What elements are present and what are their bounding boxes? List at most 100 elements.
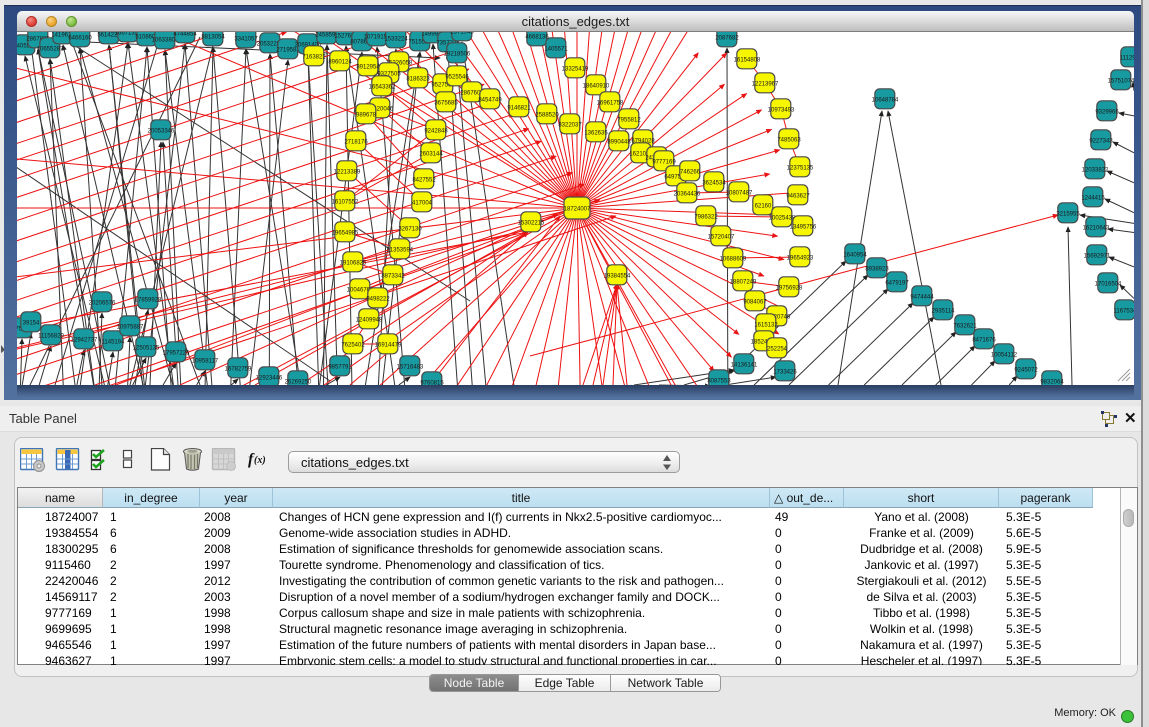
svg-text:1405571: 1405571 <box>544 46 568 52</box>
svg-text:12409948: 12409948 <box>356 317 383 323</box>
svg-text:6466160: 6466160 <box>68 35 92 41</box>
svg-text:20206576: 20206576 <box>89 300 116 306</box>
svg-text:19218506: 19218506 <box>444 51 471 57</box>
svg-text:7163822: 7163822 <box>302 54 326 60</box>
svg-text:10648784: 10648784 <box>872 97 899 103</box>
svg-text:1167534: 1167534 <box>1114 308 1134 314</box>
svg-text:9463627: 9463627 <box>786 193 810 199</box>
svg-text:14136141: 14136141 <box>731 362 758 368</box>
svg-text:10688609: 10688609 <box>720 256 747 262</box>
svg-text:19654923: 19654923 <box>787 255 814 261</box>
svg-text:9242848: 9242848 <box>424 128 448 134</box>
svg-text:9777169: 9777169 <box>652 159 676 165</box>
svg-text:2571945: 2571945 <box>450 32 474 35</box>
svg-text:7955812: 7955812 <box>617 117 641 123</box>
svg-text:16543362: 16543362 <box>369 84 396 90</box>
svg-text:9146821: 9146821 <box>507 105 531 111</box>
svg-text:8938923: 8938923 <box>865 266 889 272</box>
svg-text:16914479: 16914479 <box>375 342 402 348</box>
svg-text:8471676: 8471676 <box>972 337 996 343</box>
svg-text:417004: 417004 <box>412 200 433 206</box>
svg-text:16961758: 16961758 <box>597 100 624 106</box>
svg-text:15751074: 15751074 <box>1108 78 1134 84</box>
svg-text:8960124: 8960124 <box>328 59 352 65</box>
svg-text:4744854: 4744854 <box>173 32 197 37</box>
svg-text:9329966: 9329966 <box>1095 109 1119 115</box>
svg-text:15720407: 15720407 <box>708 234 735 240</box>
svg-text:16107552: 16107552 <box>332 199 359 205</box>
svg-text:1615132: 1615132 <box>754 322 778 328</box>
svg-text:12213967: 12213967 <box>752 81 779 87</box>
svg-text:16210643: 16210643 <box>1083 225 1110 231</box>
svg-text:15716483: 15716483 <box>397 364 424 370</box>
svg-text:9498222: 9498222 <box>366 296 390 302</box>
svg-text:9474444: 9474444 <box>910 294 934 300</box>
svg-text:9227343: 9227343 <box>1089 138 1113 144</box>
svg-text:8186323: 8186323 <box>406 76 430 82</box>
svg-text:62160: 62160 <box>755 203 772 209</box>
svg-text:17859928: 17859928 <box>135 297 162 303</box>
svg-text:6479197: 6479197 <box>885 280 909 286</box>
svg-text:1145194: 1145194 <box>102 339 126 345</box>
svg-text:15692971: 15692971 <box>1084 253 1111 259</box>
svg-text:10958117: 10958117 <box>192 358 219 364</box>
svg-text:19106825: 19106825 <box>340 260 367 266</box>
svg-text:4668136: 4668136 <box>525 34 549 40</box>
svg-text:20053346: 20053346 <box>148 128 175 134</box>
svg-text:9525546: 9525546 <box>445 74 469 80</box>
svg-text:9245072: 9245072 <box>1014 367 1038 373</box>
svg-text:19384554: 19384554 <box>604 273 631 279</box>
svg-text:3267130: 3267130 <box>398 226 422 232</box>
svg-text:8322037: 8322037 <box>558 122 582 128</box>
svg-text:12375135: 12375135 <box>787 165 814 171</box>
svg-text:12213389: 12213389 <box>334 169 361 175</box>
svg-text:11156829: 11156829 <box>38 333 64 339</box>
svg-text:1733426: 1733426 <box>773 369 797 375</box>
svg-text:10025438: 10025438 <box>769 215 796 221</box>
svg-text:2718176: 2718176 <box>344 139 368 145</box>
svg-text:252254: 252254 <box>767 346 788 352</box>
svg-text:2935114: 2935114 <box>932 308 956 314</box>
svg-text:1640954: 1640954 <box>843 252 867 258</box>
svg-text:2087682: 2087682 <box>715 35 739 41</box>
svg-text:18640910: 18640910 <box>583 83 610 89</box>
svg-text:8990448: 8990448 <box>607 139 631 145</box>
svg-text:12942737: 12942737 <box>71 337 98 343</box>
svg-text:2588520: 2588520 <box>535 112 559 118</box>
svg-text:17957225: 17957225 <box>163 350 190 356</box>
svg-text:39154: 39154 <box>23 320 40 326</box>
svg-text:8427552: 8427552 <box>412 177 436 183</box>
svg-text:19654985: 19654985 <box>332 230 359 236</box>
svg-text:8912954: 8912954 <box>356 64 380 70</box>
svg-text:16154808: 16154808 <box>734 57 761 63</box>
svg-text:10807487: 10807487 <box>726 190 753 196</box>
svg-text:11353594: 11353594 <box>387 247 414 253</box>
svg-text:19756928: 19756928 <box>776 285 803 291</box>
svg-text:18724007: 18724007 <box>564 206 591 212</box>
svg-text:13325419: 13325419 <box>562 66 589 72</box>
svg-text:12923446: 12923446 <box>256 375 283 381</box>
svg-text:7485063: 7485063 <box>777 137 801 143</box>
svg-text:2603144: 2603144 <box>419 151 443 157</box>
svg-text:(x): (x) <box>254 455 266 466</box>
svg-text:10975887: 10975887 <box>117 324 144 330</box>
svg-text:8873342: 8873342 <box>381 273 405 279</box>
svg-text:10973493: 10973493 <box>768 107 795 113</box>
svg-text:989678: 989678 <box>356 112 377 118</box>
svg-text:9857791: 9857791 <box>328 364 352 370</box>
svg-text:9084067: 9084067 <box>743 299 767 305</box>
svg-text:10054112: 10054112 <box>991 352 1018 358</box>
svg-text:12505135: 12505135 <box>133 345 160 351</box>
svg-text:1533224: 1533224 <box>384 36 408 42</box>
svg-text:18807249: 18807249 <box>730 279 757 285</box>
svg-text:1244415: 1244415 <box>1081 195 1105 201</box>
svg-text:20364436: 20364436 <box>674 191 701 197</box>
svg-text:1362635: 1362635 <box>584 130 608 136</box>
svg-text:3675685: 3675685 <box>434 100 458 106</box>
svg-text:10655287: 10655287 <box>37 46 64 52</box>
svg-text:7632621: 7632621 <box>953 323 977 329</box>
svg-text:3624534: 3624534 <box>702 180 726 186</box>
svg-text:8454749: 8454749 <box>478 97 502 103</box>
svg-text:8813054: 8813054 <box>201 34 225 40</box>
svg-text:3215955: 3215955 <box>1056 211 1080 217</box>
